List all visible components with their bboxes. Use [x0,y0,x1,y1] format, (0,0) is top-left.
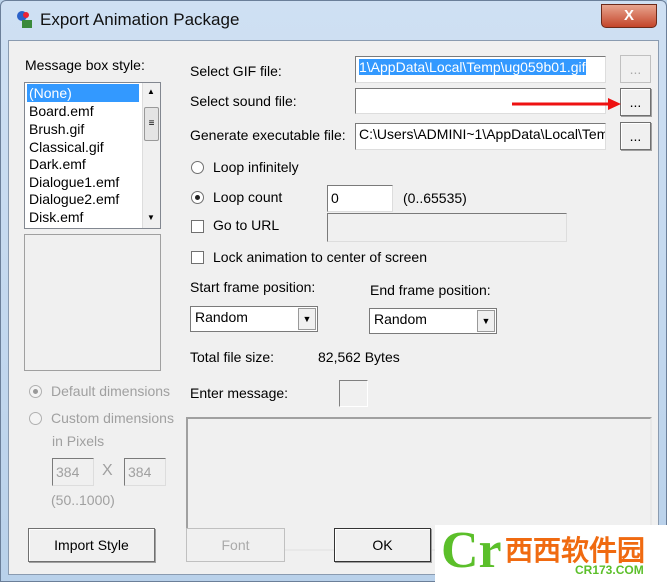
list-item[interactable]: Disk.emf [27,208,85,226]
exe-browse-button[interactable]: ... [620,122,651,150]
goto-url-checkbox[interactable] [191,220,204,233]
gif-file-label: Select GIF file: [190,63,282,79]
total-size-value: 82,562 Bytes [318,349,400,365]
list-item[interactable]: Dialogue2.emf [27,190,121,208]
start-frame-select[interactable]: Random ▼ [190,306,318,332]
loop-infinitely-label: Loop infinitely [213,159,299,175]
start-frame-value: Random [195,309,248,325]
list-item[interactable]: Board.emf [27,102,96,120]
gif-browse-button[interactable]: ... [620,55,651,83]
list-item[interactable]: Brush.gif [27,120,86,138]
exe-file-label: Generate executable file: [190,127,346,143]
enter-message-label: Enter message: [190,385,289,401]
start-frame-label: Start frame position: [190,279,316,295]
red-arrow-annotation [512,98,621,110]
loop-count-range: (0..65535) [403,190,467,206]
list-scrollbar[interactable]: ▲ ≡ ▼ [142,83,160,228]
lock-center-checkbox[interactable] [191,251,204,264]
dimensions-range: (50..1000) [51,492,115,508]
watermark-logo: Cr 西西软件园 CR173.COM [435,522,667,582]
style-preview [24,234,161,371]
default-dimensions-label: Default dimensions [51,383,171,399]
list-item[interactable]: Dark.emf [27,155,88,173]
ok-button[interactable]: OK [334,528,431,562]
loop-count-label: Loop count [213,189,283,205]
times-label: X [102,462,113,479]
app-icon [14,9,34,29]
message-style-list[interactable]: (None) Board.emf Brush.gif Classical.gif… [24,82,161,229]
sound-file-label: Select sound file: [190,93,297,109]
custom-dimensions-label: Custom dimensions [51,410,174,426]
end-frame-value: Random [374,311,427,327]
window-title: Export Animation Package [40,10,240,29]
import-style-button[interactable]: Import Style [28,528,155,562]
custom-dimensions-radio[interactable] [29,412,42,425]
font-button[interactable]: Font [186,528,285,562]
message-color-box[interactable] [339,380,368,407]
exe-file-input[interactable]: C:\Users\ADMINI~1\AppData\Local\Temp [355,123,606,150]
list-item[interactable]: Classical.gif [27,138,106,156]
watermark-cr-glyph: Cr [441,522,502,579]
chevron-down-icon[interactable]: ▼ [298,308,316,330]
goto-url-label: Go to URL [213,217,280,233]
list-item[interactable]: (None) [27,84,139,102]
height-input[interactable]: 384 [124,458,166,486]
loop-infinitely-radio[interactable] [191,161,204,174]
message-box-style-label: Message box style: [25,57,145,73]
scroll-down-icon[interactable]: ▼ [147,213,155,222]
gif-file-value: 1\AppData\Local\Temp\ug059b01.gif [359,59,586,75]
url-input[interactable] [327,213,567,242]
default-dimensions-radio[interactable] [29,385,42,398]
list-item[interactable]: Dialogue1.emf [27,173,121,191]
total-size-label: Total file size: [190,349,275,365]
chevron-down-icon[interactable]: ▼ [477,310,495,332]
sound-browse-button[interactable]: ... [620,88,651,116]
gif-file-input[interactable]: 1\AppData\Local\Temp\ug059b01.gif [355,56,606,83]
end-frame-label: End frame position: [370,282,491,298]
width-input[interactable]: 384 [52,458,94,486]
scroll-thumb[interactable]: ≡ [144,107,159,141]
loop-count-input[interactable]: 0 [327,185,393,212]
in-pixels-label: in Pixels [52,433,105,449]
watermark-sub: CR173.COM [575,563,644,577]
loop-count-radio[interactable] [191,191,204,204]
end-frame-select[interactable]: Random ▼ [369,308,497,334]
close-button[interactable]: X [601,4,657,28]
scroll-up-icon[interactable]: ▲ [147,87,155,96]
lock-center-label: Lock animation to center of screen [213,249,428,265]
